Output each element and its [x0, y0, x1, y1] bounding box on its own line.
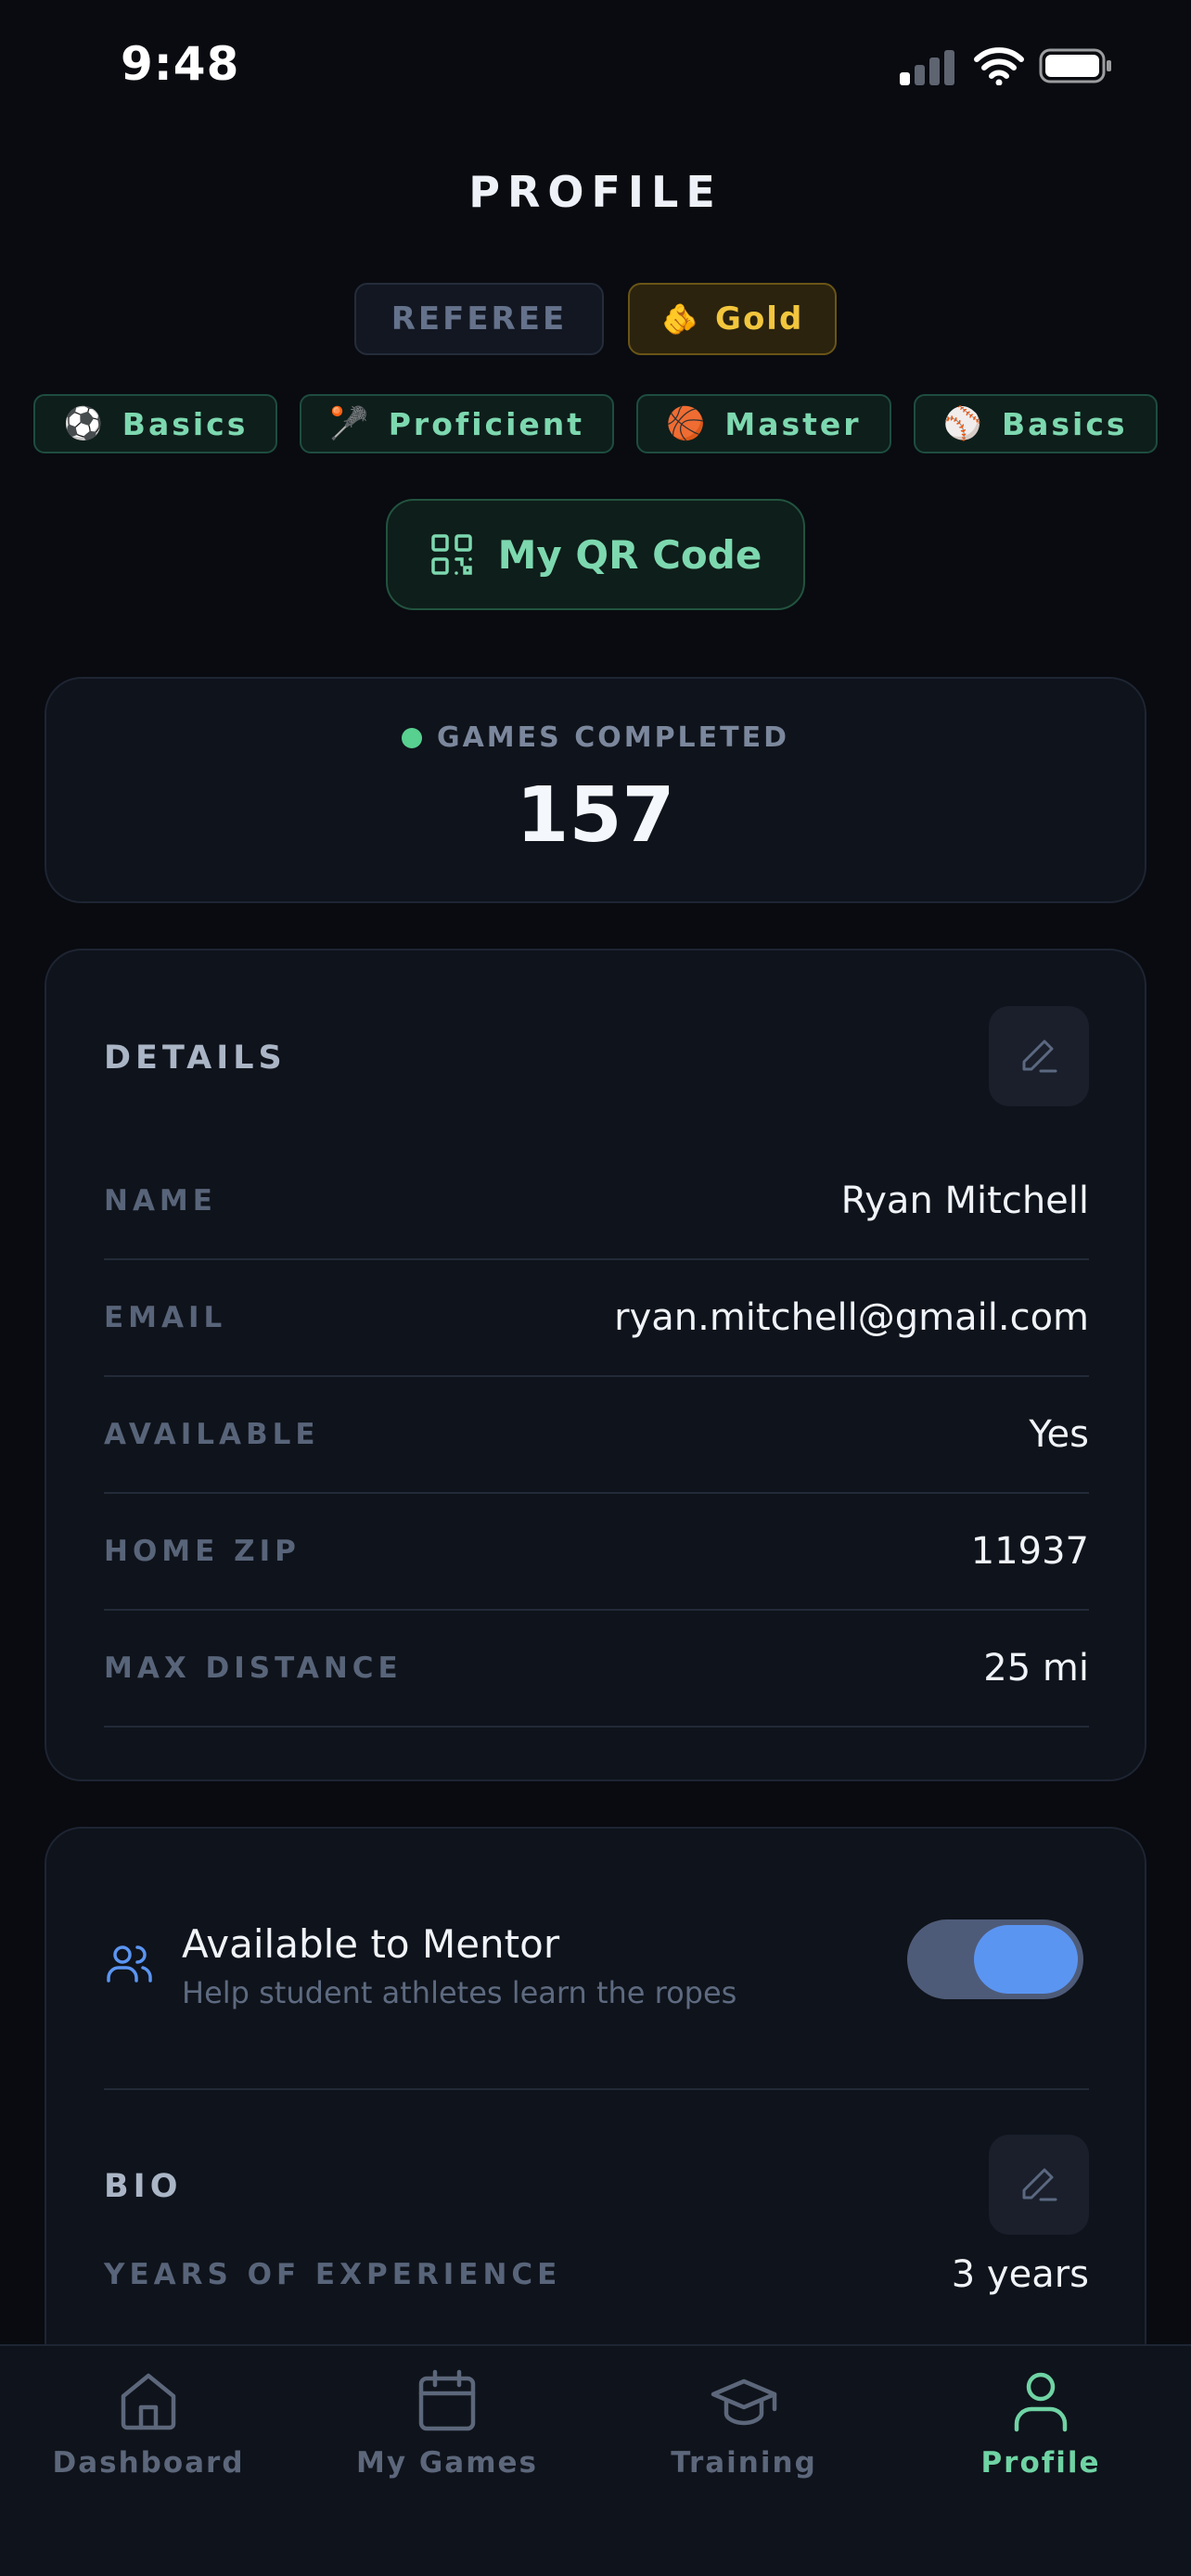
home-icon — [121, 2373, 176, 2430]
mentor-title: Available to Mentor — [182, 1921, 560, 1967]
detail-label: EMAIL — [104, 1301, 227, 1334]
baseball-icon: ⚾ — [942, 405, 985, 442]
graduation-cap-icon — [711, 2378, 777, 2426]
calendar-icon — [418, 2369, 476, 2431]
tab-label: My Games — [356, 2446, 538, 2480]
detail-label: HOME ZIP — [104, 1535, 301, 1568]
detail-label: MAX DISTANCE — [104, 1651, 403, 1685]
sport-badge-baseball: ⚾ Basics — [913, 394, 1158, 453]
sport-level: Basics — [1001, 405, 1128, 442]
detail-value: Ryan Mitchell — [840, 1180, 1089, 1222]
tab-training[interactable]: Training — [623, 2366, 864, 2480]
basketball-icon: 🏀 — [666, 405, 709, 442]
user-icon — [1014, 2372, 1068, 2432]
detail-value: Yes — [1029, 1413, 1089, 1456]
bio-title: BIO — [104, 2168, 183, 2205]
detail-label: YEARS OF EXPERIENCE — [104, 2258, 562, 2291]
status-dot-icon — [401, 727, 422, 748]
mentor-toggle[interactable] — [907, 1919, 1083, 1999]
sport-level: Proficient — [388, 405, 585, 442]
wifi-icon — [974, 47, 1024, 85]
qr-button-label: My QR Code — [497, 531, 762, 578]
lacrosse-icon: 🥍 — [329, 405, 372, 442]
qr-code-icon — [430, 534, 472, 575]
sport-badge-basketball: 🏀 Master — [636, 394, 891, 453]
sport-badge-soccer: ⚽ Basics — [33, 394, 278, 453]
sport-badges: ⚽ Basics 🥍 Proficient 🏀 Master ⚾ Basics — [0, 394, 1191, 453]
tier-badge: 🫵 Gold — [628, 283, 838, 355]
tab-dashboard[interactable]: Dashboard — [28, 2366, 269, 2480]
pencil-icon — [1022, 1039, 1057, 1073]
detail-label: NAME — [104, 1184, 217, 1218]
games-completed-label: GAMES COMPLETED — [46, 721, 1145, 754]
sport-badge-lacrosse: 🥍 Proficient — [300, 394, 615, 453]
toggle-knob — [974, 1925, 1078, 1994]
detail-value: 3 years — [951, 2253, 1089, 2296]
detail-row-email: EMAIL ryan.mitchell@gmail.com — [104, 1260, 1089, 1377]
sport-level: Basics — [122, 405, 249, 442]
role-badges: REFEREE 🫵 Gold — [0, 283, 1191, 355]
tab-bar: Dashboard My Games Training Profile — [0, 2344, 1191, 2576]
whistle-icon: 🫵 — [661, 301, 701, 337]
games-completed-card: GAMES COMPLETED 157 — [45, 677, 1146, 903]
status-bar: 9:48 — [0, 0, 1191, 139]
cellular-signal-icon — [900, 48, 957, 85]
sport-level: Master — [724, 405, 862, 442]
mentor-subtitle: Help student athletes learn the ropes — [182, 1975, 737, 2010]
referee-badge: REFEREE — [353, 283, 605, 355]
detail-row-name: NAME Ryan Mitchell — [104, 1143, 1089, 1260]
detail-value: 25 mi — [983, 1647, 1089, 1690]
tab-profile[interactable]: Profile — [920, 2366, 1161, 2480]
my-qr-code-button[interactable]: My QR Code — [386, 499, 805, 610]
edit-details-button[interactable] — [989, 1006, 1089, 1106]
detail-row-max-distance: MAX DISTANCE 25 mi — [104, 1611, 1089, 1728]
tab-label: Profile — [980, 2446, 1101, 2480]
games-completed-value: 157 — [516, 772, 675, 860]
soccer-ball-icon: ⚽ — [63, 405, 106, 442]
details-title: DETAILS — [104, 1039, 287, 1077]
detail-value: ryan.mitchell@gmail.com — [614, 1296, 1089, 1339]
detail-row-years-experience: YEARS OF EXPERIENCE 3 years — [104, 2216, 1089, 2333]
battery-icon — [1039, 48, 1111, 83]
detail-value: 11937 — [970, 1530, 1089, 1573]
tab-my-games[interactable]: My Games — [327, 2366, 568, 2480]
tab-label: Dashboard — [52, 2446, 245, 2480]
pencil-icon — [1022, 2168, 1057, 2201]
tab-label: Training — [671, 2446, 817, 2480]
divider — [104, 2088, 1089, 2090]
status-time: 9:48 — [121, 37, 240, 91]
details-card: DETAILS NAME Ryan Mitchell EMAIL ryan.mi… — [45, 949, 1146, 1781]
users-icon — [107, 1945, 152, 1983]
detail-row-home-zip: HOME ZIP 11937 — [104, 1494, 1089, 1611]
page-title: PROFILE — [468, 167, 723, 217]
games-label-text: GAMES COMPLETED — [436, 721, 790, 754]
detail-row-available: AVAILABLE Yes — [104, 1377, 1089, 1494]
detail-label: AVAILABLE — [104, 1418, 320, 1451]
tier-label: Gold — [715, 300, 804, 338]
